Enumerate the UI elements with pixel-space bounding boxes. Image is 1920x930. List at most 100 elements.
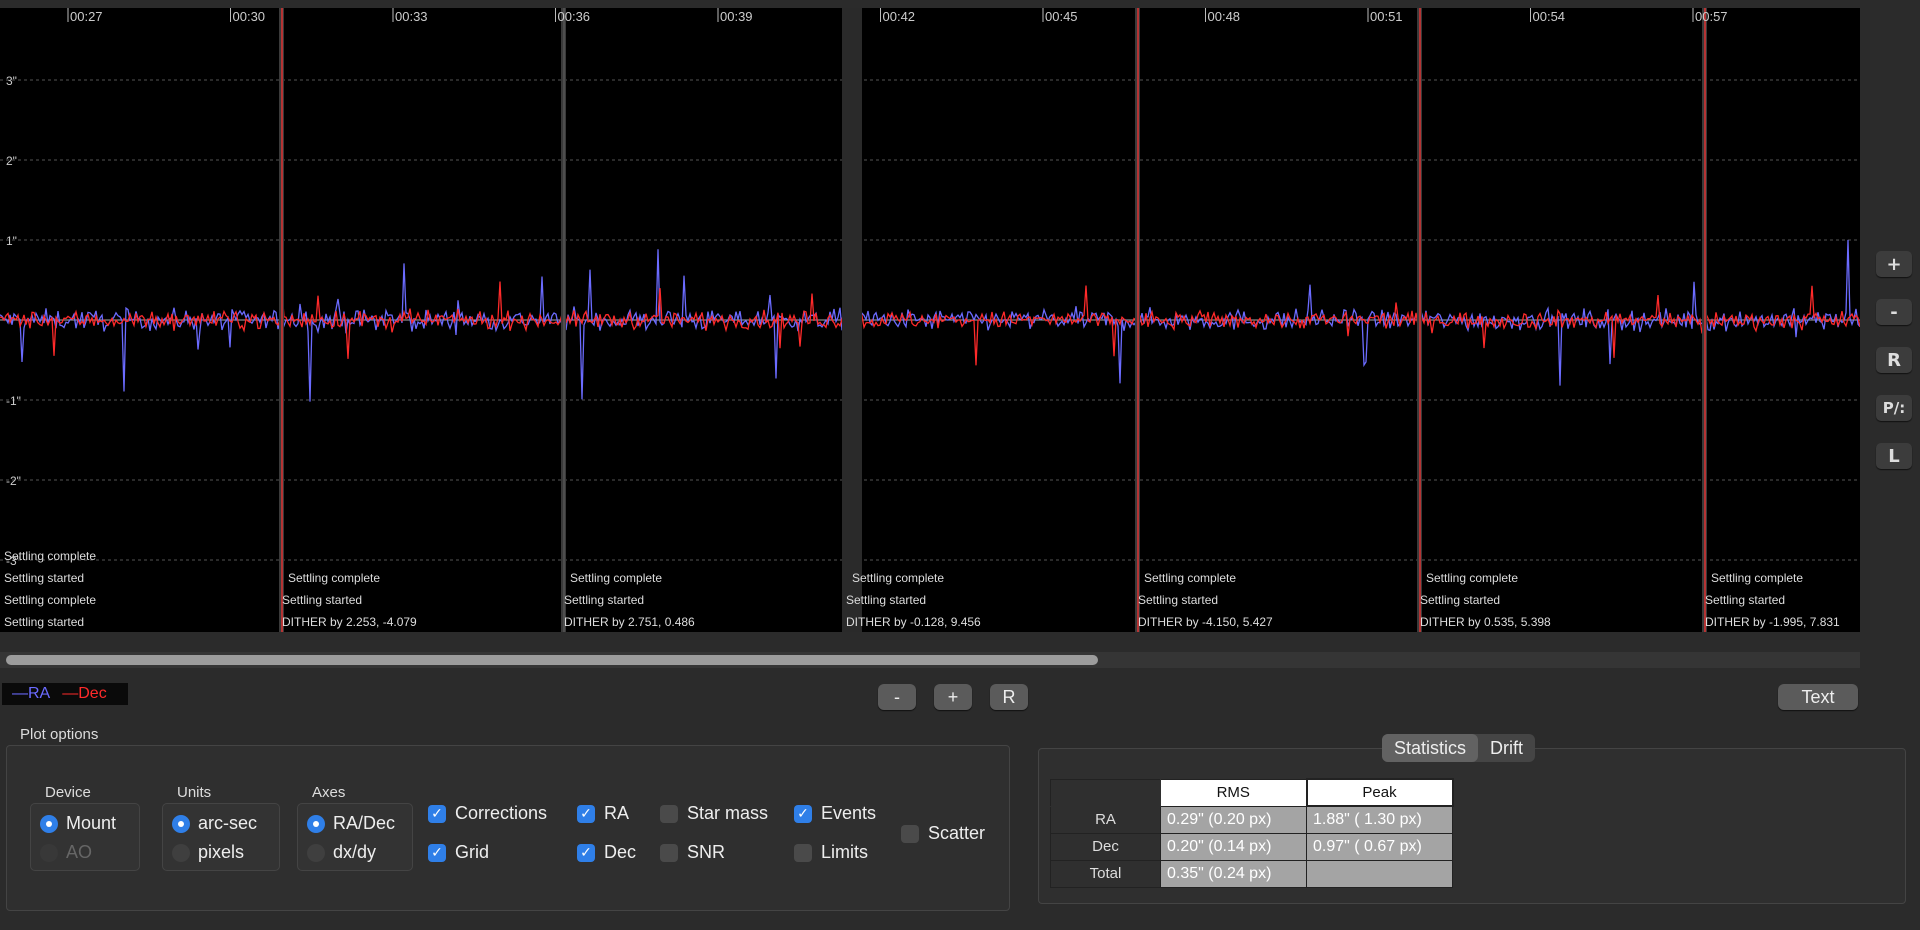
snr-checkbox[interactable] [660, 844, 678, 862]
x-tick-label: 00:57 [1695, 9, 1728, 24]
device-label: Device [45, 784, 91, 801]
stats-row-label: Total [1050, 859, 1161, 888]
stats-ra-peak: 1.88" ( 1.30 px) [1306, 805, 1453, 834]
x-tick-label: 00:42 [883, 9, 916, 24]
stats-corner [1050, 778, 1161, 807]
event-label: DITHER by -1.995, 7.831 [1705, 615, 1840, 629]
units-arcsec-label: arc-sec [198, 813, 258, 833]
x-reset-button[interactable]: R [990, 684, 1028, 710]
event-label: Settling complete [1711, 571, 1803, 585]
ra-label: RA [604, 803, 630, 823]
event-label: Settling started [564, 593, 644, 607]
axes-radec-label: RA/Dec [333, 813, 396, 833]
x-zoom-out-button[interactable]: - [878, 684, 916, 710]
event-label: Settling complete [1426, 571, 1518, 585]
axes-dxdy-label: dx/dy [333, 842, 377, 862]
star-mass-checkbox[interactable] [660, 805, 678, 823]
event-label: DITHER by -0.128, 9.456 [846, 615, 981, 629]
axes-dxdy-radio[interactable] [307, 844, 325, 862]
dec-label: Dec [604, 842, 637, 862]
stats-dec-rms: 0.20" (0.14 px) [1160, 832, 1307, 861]
event-label: DITHER by 0.535, 5.398 [1420, 615, 1551, 629]
stats-total-peak [1306, 859, 1453, 888]
x-tick-label: 00:39 [720, 9, 753, 24]
event-label: DITHER by 2.751, 0.486 [564, 615, 695, 629]
event-label: Settling started [1138, 593, 1218, 607]
legend-dec: —Dec [62, 685, 107, 702]
x-zoom-in-button[interactable]: + [934, 684, 972, 710]
text-button[interactable]: Text [1778, 684, 1858, 710]
stats-tab-bar: Statistics Drift [1382, 734, 1536, 762]
device-ao-label: AO [66, 842, 93, 862]
units-pixels-label: pixels [198, 842, 245, 862]
stats-ra-rms: 0.29" (0.20 px) [1160, 805, 1307, 834]
tab-statistics[interactable]: Statistics [1382, 734, 1479, 762]
event-label: Settling complete [570, 571, 662, 585]
axes-label: Axes [312, 784, 346, 801]
x-tick-label: 00:30 [233, 9, 266, 24]
plot-options-title: Plot options [20, 726, 99, 743]
stats-header-peak: Peak [1305, 778, 1454, 807]
stats-row-label: Dec [1050, 832, 1161, 861]
corrections-label: Corrections [455, 803, 548, 823]
limits-label: Limits [821, 842, 869, 862]
snr-label: SNR [687, 842, 726, 862]
y-tick-label: 2" [6, 154, 17, 168]
axes-radec-radio[interactable] [307, 815, 325, 833]
grid-checkbox[interactable]: ✓ [428, 844, 446, 862]
legend-ra: —RA [12, 685, 51, 702]
table-row: Total 0.35" (0.24 px) [1050, 859, 1453, 888]
stats-header-rms: RMS [1160, 778, 1307, 807]
scatter-label: Scatter [928, 823, 986, 843]
event-label: Settling complete [1144, 571, 1236, 585]
y-tick-label: 3" [6, 74, 17, 88]
x-tick-label: 00:51 [1370, 9, 1403, 24]
device-ao-radio[interactable] [40, 844, 58, 862]
limits-checkbox[interactable] [794, 844, 812, 862]
event-label: Settling complete [4, 549, 96, 563]
graph-scrollbar-thumb[interactable] [6, 655, 1098, 665]
star-mass-label: Star mass [687, 803, 769, 823]
y-tick-label: -2" [6, 474, 21, 488]
tab-drift[interactable]: Drift [1478, 734, 1535, 762]
zoom-out-button[interactable]: - [1876, 299, 1912, 325]
x-tick-label: 00:54 [1533, 9, 1566, 24]
scatter-checkbox[interactable] [901, 825, 919, 843]
x-tick-label: 00:36 [558, 9, 591, 24]
events-checkbox[interactable]: ✓ [794, 805, 812, 823]
event-label: Settling started [846, 593, 926, 607]
zoom-in-button[interactable]: + [1876, 251, 1912, 277]
table-row: RA 0.29" (0.20 px) 1.88" ( 1.30 px) [1050, 805, 1453, 834]
table-row: Dec 0.20" (0.14 px) 0.97" ( 0.67 px) [1050, 832, 1453, 861]
x-tick-label: 00:33 [395, 9, 428, 24]
units-pixels-radio[interactable] [172, 844, 190, 862]
event-label: Settling complete [852, 571, 944, 585]
reset-scale-button[interactable]: R [1876, 347, 1912, 373]
x-tick-label: 00:48 [1208, 9, 1241, 24]
graph-legend: —RA —Dec [2, 683, 128, 705]
event-label: Settling started [1420, 593, 1500, 607]
units-label: Units [177, 784, 212, 801]
corrections-checkbox[interactable]: ✓ [428, 805, 446, 823]
event-gap [842, 8, 862, 632]
grid-label: Grid [455, 842, 490, 862]
stats-row-label: RA [1050, 805, 1161, 834]
ra-checkbox[interactable]: ✓ [577, 805, 595, 823]
statistics-table: RMS Peak RA 0.29" (0.20 px) 1.88" ( 1.30… [1050, 778, 1454, 888]
length-button[interactable]: L [1876, 443, 1912, 469]
event-label: Settling started [1705, 593, 1785, 607]
stats-dec-peak: 0.97" ( 0.67 px) [1306, 832, 1453, 861]
event-label: Settling started [282, 593, 362, 607]
pixel-arcsec-button[interactable]: P/: [1876, 395, 1912, 421]
y-tick-label: 1" [6, 234, 17, 248]
event-label: DITHER by 2.253, -4.079 [282, 615, 417, 629]
units-arcsec-radio[interactable] [172, 815, 190, 833]
plot-options-panel [6, 745, 1010, 911]
event-label: Settling started [4, 571, 84, 585]
guide-graph[interactable]: 00:27 00:30 00:33 00:36 00:39 00:42 00:45 00:48… [0, 8, 1860, 632]
device-mount-radio[interactable] [40, 815, 58, 833]
events-label: Events [821, 803, 877, 823]
x-tick-label: 00:45 [1045, 9, 1078, 24]
dec-checkbox[interactable]: ✓ [577, 844, 595, 862]
stats-total-rms: 0.35" (0.24 px) [1160, 859, 1307, 888]
